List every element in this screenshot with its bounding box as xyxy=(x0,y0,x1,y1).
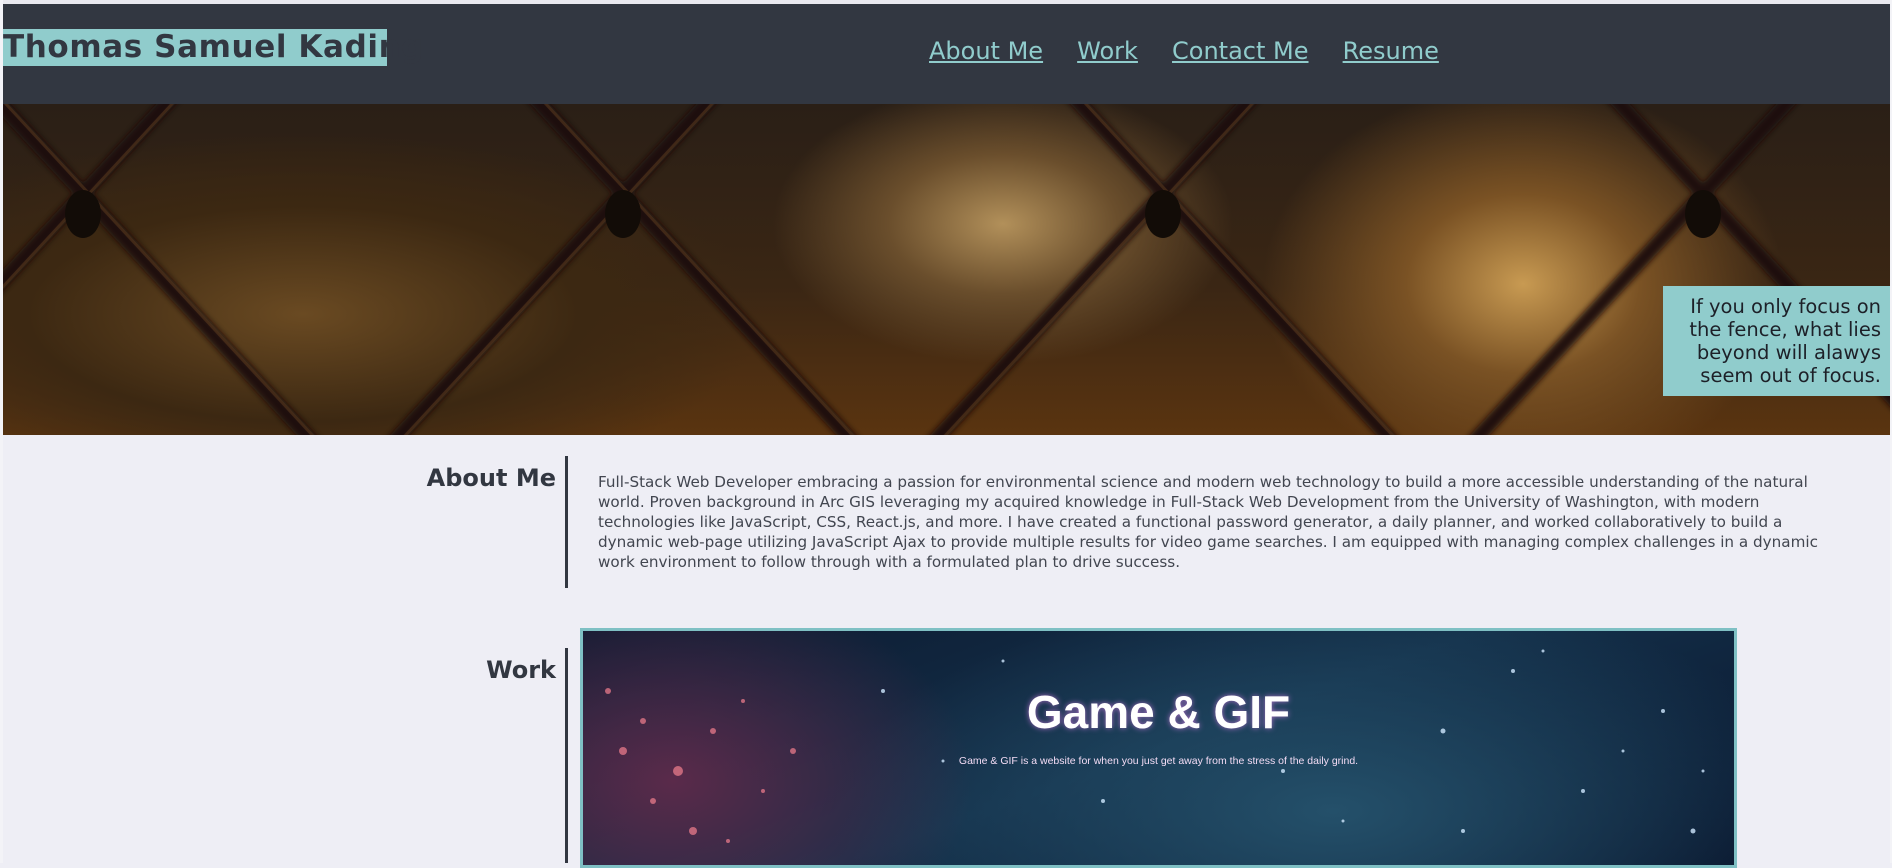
nav-link-resume[interactable]: Resume xyxy=(1343,37,1439,65)
hero-banner xyxy=(3,104,1890,435)
nav-link-work[interactable]: Work xyxy=(1077,37,1138,65)
project-background-image xyxy=(605,649,1705,843)
project-card-game-gif[interactable]: Game & GIF Game & GIF is a website for w… xyxy=(580,628,1737,868)
nav-link-about[interactable]: About Me xyxy=(929,37,1043,65)
about-paragraph: Full-Stack Web Developer embracing a pas… xyxy=(598,473,1818,571)
main-nav: About Me Work Contact Me Resume xyxy=(929,35,1468,67)
site-brand[interactable]: Thomas Samuel Kading xyxy=(2,29,423,66)
site-header: Thomas Samuel Kading About Me Work Conta… xyxy=(0,4,1892,104)
chain-link-fence-image xyxy=(3,104,1890,435)
project-subtitle: Game & GIF is a website for when you jus… xyxy=(958,755,1359,767)
nav-link-contact[interactable]: Contact Me xyxy=(1172,37,1308,65)
project-title: Game & GIF xyxy=(1026,686,1291,738)
work-section-title: Work xyxy=(486,656,556,684)
about-divider xyxy=(565,456,568,588)
hero-quote: If you only focus on the fence, what lie… xyxy=(1663,286,1890,396)
work-divider xyxy=(565,648,568,863)
about-section-title: About Me xyxy=(426,464,556,492)
window-left-edge xyxy=(0,0,3,863)
